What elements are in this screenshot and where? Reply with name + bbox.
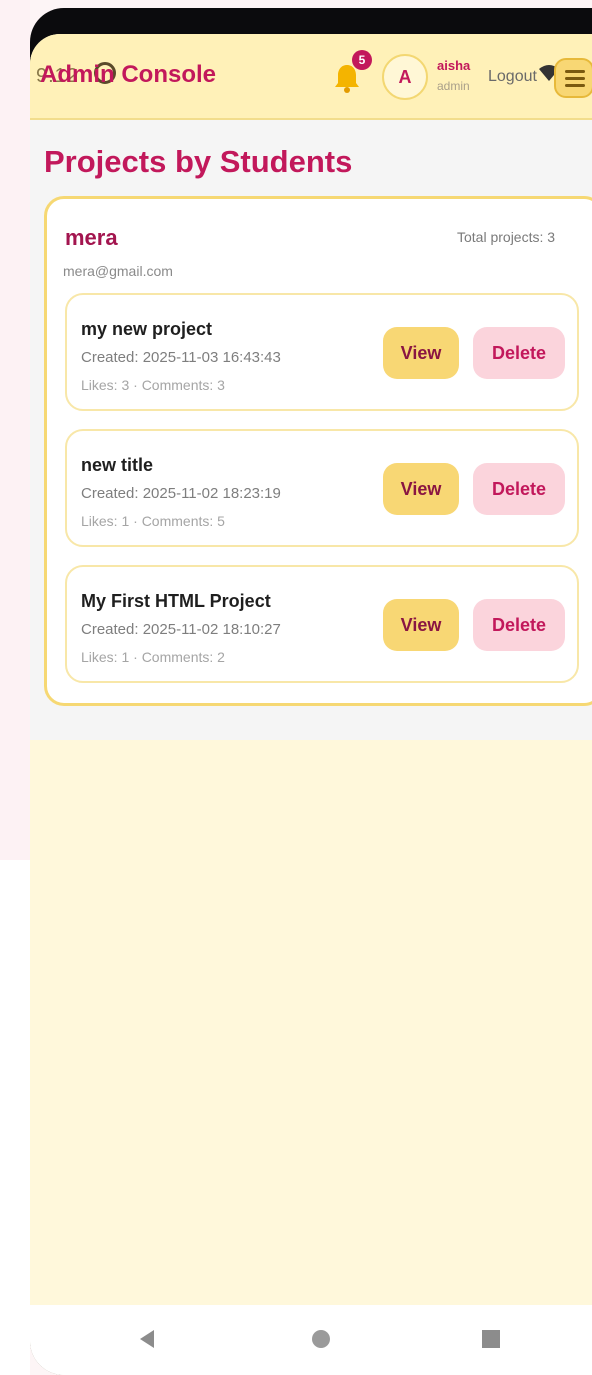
project-stats: Likes: 3 · Comments: 3 bbox=[81, 377, 225, 393]
page-title: Projects by Students bbox=[44, 144, 353, 179]
avatar[interactable]: A bbox=[382, 54, 428, 100]
user-role: admin bbox=[437, 79, 470, 93]
logout-link[interactable]: Logout bbox=[488, 68, 537, 86]
app-header: 9:12 Admin Console 5 A aisha admin Logou… bbox=[30, 34, 592, 120]
view-button[interactable]: View bbox=[383, 599, 459, 651]
delete-button[interactable]: Delete bbox=[473, 463, 565, 515]
app-screen: 9:12 Admin Console 5 A aisha admin Logou… bbox=[30, 34, 592, 1375]
menu-button[interactable] bbox=[554, 58, 592, 98]
delete-button[interactable]: Delete bbox=[473, 327, 565, 379]
project-created: Created: 2025-11-02 18:10:27 bbox=[81, 621, 281, 638]
student-name: mera bbox=[65, 225, 118, 250]
project-title: new title bbox=[81, 455, 154, 475]
view-button[interactable]: View bbox=[383, 463, 459, 515]
project-stats: Likes: 1 · Comments: 5 bbox=[81, 513, 225, 529]
home-icon[interactable] bbox=[312, 1330, 330, 1348]
project-card: my new project Created: 2025-11-03 16:43… bbox=[65, 293, 579, 411]
view-button[interactable]: View bbox=[383, 327, 459, 379]
project-title: my new project bbox=[81, 319, 213, 339]
menu-icon bbox=[565, 70, 585, 73]
project-card: My First HTML Project Created: 2025-11-0… bbox=[65, 565, 579, 683]
delete-button[interactable]: Delete bbox=[473, 599, 565, 651]
total-projects: Total projects: 3 bbox=[457, 229, 556, 245]
project-stats: Likes: 1 · Comments: 2 bbox=[81, 649, 225, 665]
student-email: mera@gmail.com bbox=[63, 263, 173, 279]
menu-icon-line bbox=[565, 84, 585, 87]
notification-badge: 5 bbox=[352, 50, 372, 70]
back-icon[interactable] bbox=[140, 1330, 154, 1348]
project-title: My First HTML Project bbox=[81, 591, 271, 611]
user-name: aisha bbox=[437, 58, 471, 73]
phone-frame: 9:12 Admin Console 5 A aisha admin Logou… bbox=[30, 8, 592, 1375]
brand-title[interactable]: Admin Console bbox=[40, 61, 216, 89]
project-card: new title Created: 2025-11-02 18:23:19 L… bbox=[65, 429, 579, 547]
student-card: mera mera@gmail.com Total projects: 3 my… bbox=[44, 196, 592, 706]
menu-icon-line bbox=[565, 77, 585, 80]
system-nav-bar bbox=[30, 1305, 592, 1375]
project-created: Created: 2025-11-02 18:23:19 bbox=[81, 485, 281, 502]
page-left-margin-bottom bbox=[0, 860, 30, 1375]
project-created: Created: 2025-11-03 16:43:43 bbox=[81, 349, 281, 366]
recents-icon[interactable] bbox=[482, 1330, 500, 1348]
